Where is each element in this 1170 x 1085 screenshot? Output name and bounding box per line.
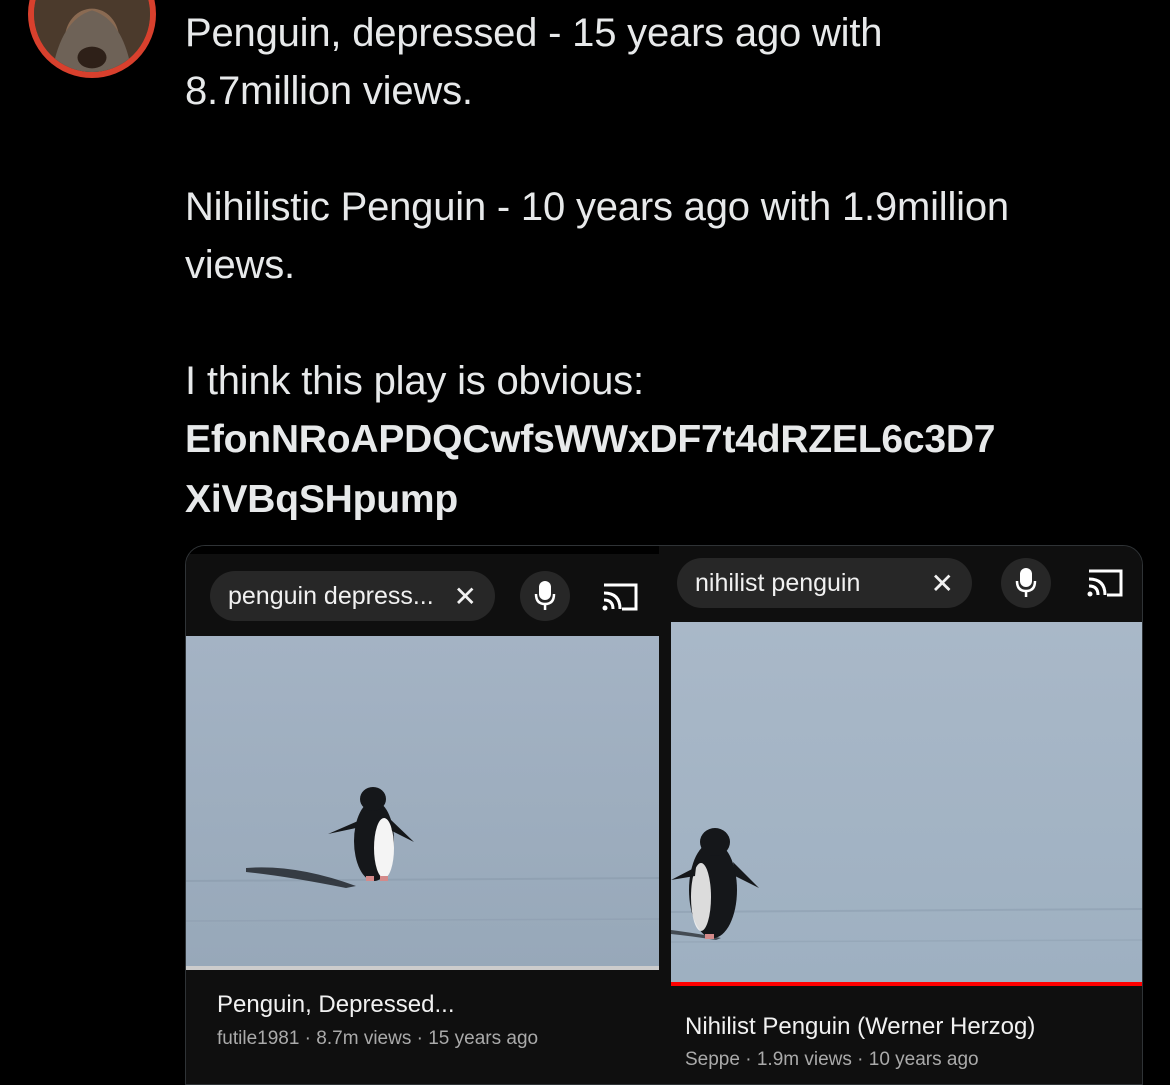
search-query: penguin depress...	[228, 581, 434, 610]
tweet-line: Penguin, depressed - 15 years ago with	[185, 11, 883, 55]
avatar-image	[34, 0, 150, 72]
cast-icon[interactable]	[1085, 565, 1125, 601]
tweet-line: 8.7million views.	[185, 69, 473, 113]
video-meta: futile1981 · 8.7m views · 15 years ago	[217, 1028, 539, 1049]
channel-name[interactable]: futile1981	[217, 1028, 299, 1049]
channel-name[interactable]: Seppe	[685, 1049, 740, 1070]
close-icon[interactable]: ✕	[931, 567, 954, 600]
search-bar[interactable]: penguin depress... ✕	[210, 571, 495, 621]
cast-icon[interactable]	[600, 579, 640, 615]
search-query: nihilist penguin	[695, 568, 861, 597]
video-thumbnail[interactable]	[671, 622, 1142, 982]
contract-address-continued: XiVBqSHpump	[185, 478, 458, 521]
view-count: 1.9m views	[756, 1049, 852, 1070]
tweet-media[interactable]: penguin depress... ✕ Penguin, Depressed.…	[185, 545, 1143, 1085]
video-thumbnail[interactable]	[186, 636, 659, 966]
search-bar[interactable]: nihilist penguin ✕	[677, 558, 972, 608]
close-icon[interactable]: ✕	[454, 580, 477, 613]
tweet-line: views.	[185, 243, 295, 287]
view-count: 8.7m views	[316, 1028, 412, 1049]
video-title[interactable]: Penguin, Depressed...	[217, 991, 454, 1019]
watch-progress-bar	[671, 982, 1142, 986]
upload-age: 15 years ago	[428, 1028, 539, 1049]
microphone-icon[interactable]	[1001, 558, 1051, 608]
tweet-line: Nihilistic Penguin - 10 years ago with 1…	[185, 185, 1009, 229]
microphone-icon[interactable]	[520, 571, 570, 621]
video-title[interactable]: Nihilist Penguin (Werner Herzog)	[685, 1013, 1035, 1041]
video-meta: Seppe · 1.9m views · 10 years ago	[685, 1049, 979, 1070]
youtube-screenshot-left[interactable]: penguin depress... ✕ Penguin, Depressed.…	[186, 546, 659, 1084]
upload-age: 10 years ago	[868, 1049, 979, 1070]
tweet-body: Penguin, depressed - 15 years ago with 8…	[185, 4, 1145, 530]
youtube-screenshot-right[interactable]: nihilist penguin ✕ Nihilist Penguin (Wer…	[671, 546, 1142, 1084]
author-avatar[interactable]	[28, 0, 156, 78]
watch-progress-bar	[186, 966, 659, 970]
contract-address: EfonNRoAPDQCwfsWWxDF7t4dRZEL6c3D7	[185, 418, 996, 461]
tweet-line: I think this play is obvious:	[185, 359, 644, 403]
